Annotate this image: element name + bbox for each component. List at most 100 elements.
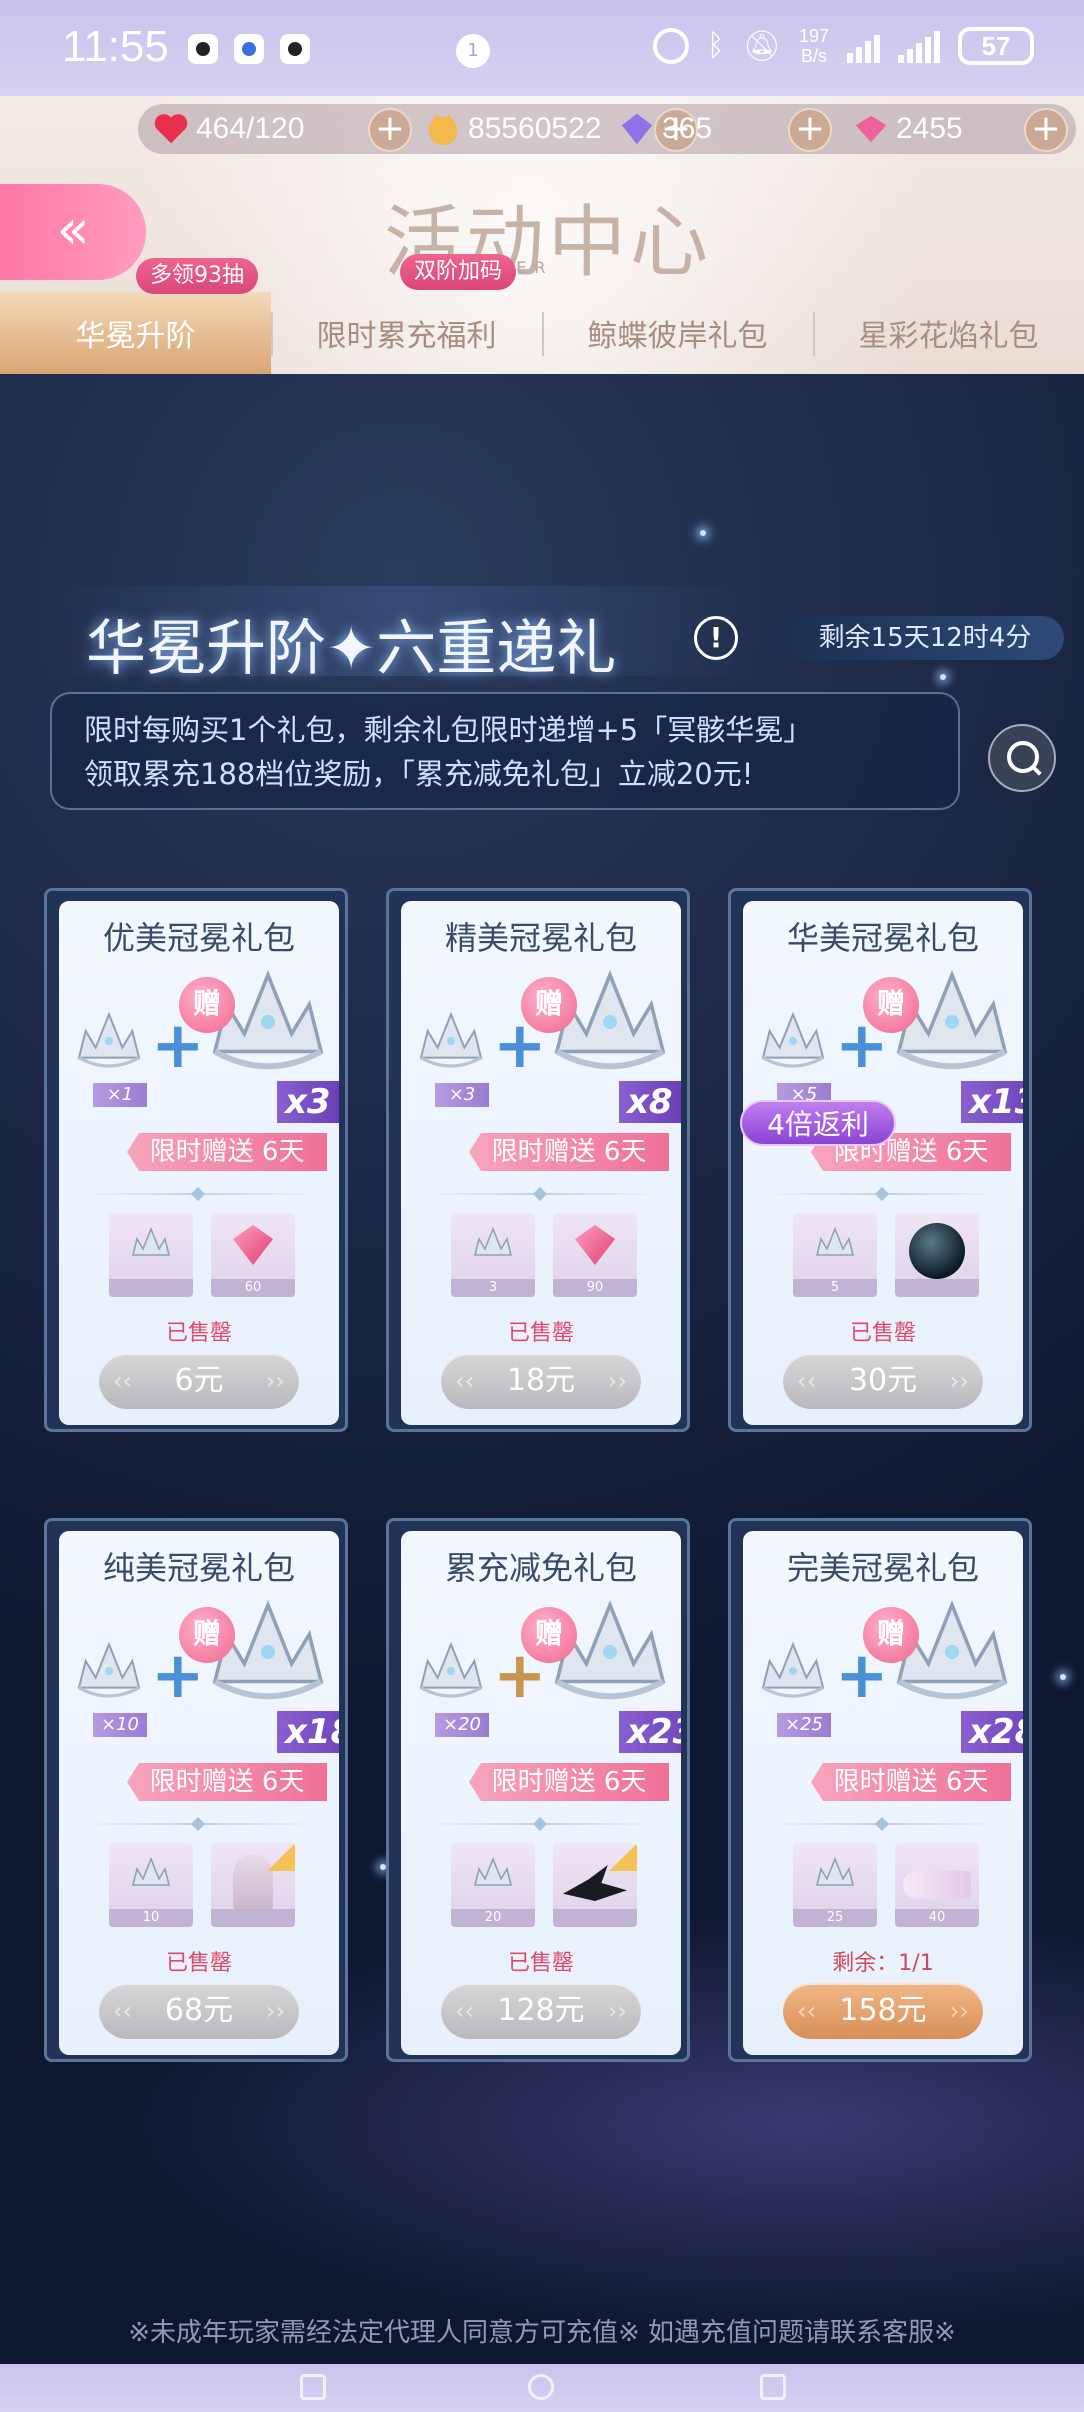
base-quantity: ×25 — [777, 1713, 831, 1737]
reward-count: 60 — [211, 1279, 295, 1297]
gift-badge: 赠 — [863, 1607, 919, 1663]
pack-name: 累充减免礼包 — [444, 1549, 637, 1587]
tab-star-flower[interactable]: 星彩花焰礼包 — [813, 292, 1084, 374]
return-badge: 4倍返利 — [740, 1100, 896, 1146]
base-quantity: ×1 — [93, 1083, 147, 1107]
bluetooth-icon: ᛒ — [706, 29, 725, 62]
reward-count: 25 — [793, 1909, 877, 1927]
info-icon[interactable]: ! — [694, 616, 738, 660]
tab-whale-butterfly[interactable]: 鲸蝶彼岸礼包 — [542, 292, 813, 374]
pack-card[interactable]: 完美冠冕礼包 + 赠 ×25 x28 限时赠送 6天 25 40 剩余：1/1 … — [728, 1518, 1032, 2062]
buy-button[interactable]: 68元 — [99, 1983, 299, 2039]
double-chevron-left-icon: « — [56, 198, 89, 261]
tiara-icon — [815, 1857, 855, 1886]
reward-count — [895, 1279, 979, 1297]
reward-item[interactable]: 90 — [553, 1213, 637, 1297]
reward-item[interactable]: 25 — [793, 1843, 877, 1927]
buy-button[interactable]: 128元 — [441, 1983, 641, 2039]
reward-item[interactable] — [211, 1843, 295, 1927]
reward-count: 3 — [451, 1279, 535, 1297]
pack-card[interactable]: 纯美冠冕礼包 + 赠 ×10 x18 限时赠送 6天 10 已售罄 68元 — [44, 1518, 348, 2062]
pack-card-body: 纯美冠冕礼包 + 赠 ×10 x18 限时赠送 6天 10 已售罄 68元 — [59, 1531, 339, 2055]
reward-item[interactable]: 60 — [211, 1213, 295, 1297]
bonus-quantity: x8 — [619, 1081, 681, 1123]
net-speed: 197 B/s — [798, 26, 829, 66]
buy-button[interactable]: 30元 — [783, 1353, 983, 1409]
bonus-quantity: x18 — [277, 1711, 339, 1753]
stock-status: 已售罄 — [507, 1951, 574, 1976]
app-notification-icon — [188, 34, 218, 64]
signal-icon — [898, 29, 940, 63]
footer-note: ※未成年玩家需经法定代理人同意方可充值※ 如遇充值问题请联系客服※ — [128, 2318, 956, 2348]
bonus-quantity: x3 — [277, 1081, 339, 1123]
tiara-icon — [473, 1857, 513, 1886]
reward-item[interactable]: 20 — [451, 1843, 535, 1927]
reward-count: 20 — [451, 1909, 535, 1927]
buy-button[interactable]: 158元 — [783, 1983, 983, 2039]
pack-card[interactable]: 精美冠冕礼包 + 赠 ×3 x8 限时赠送 6天 3 90 已售罄 18元 — [386, 888, 690, 1432]
reward-count: 90 — [553, 1279, 637, 1297]
battery-icon: 57 — [958, 27, 1034, 65]
crystal-icon — [233, 1225, 273, 1265]
bonus-quantity: x23 — [619, 1711, 681, 1753]
gold-coin-icon — [428, 113, 458, 146]
signal-icon — [847, 29, 880, 63]
reward-item[interactable]: 40 — [895, 1843, 979, 1927]
reward-item[interactable]: 10 — [109, 1843, 193, 1927]
stock-status: 已售罄 — [165, 1951, 232, 1976]
reward-count — [553, 1909, 637, 1927]
tiara-icon — [131, 1857, 171, 1886]
pack-card-body: 完美冠冕礼包 + 赠 ×25 x28 限时赠送 6天 25 40 剩余：1/1 … — [743, 1531, 1023, 2055]
pack-card-body: 精美冠冕礼包 + 赠 ×3 x8 限时赠送 6天 3 90 已售罄 18元 — [401, 901, 681, 1425]
heart-resource: 464/120 — [152, 104, 304, 154]
tab-badge: 双阶加码 — [400, 254, 517, 290]
tiara-icon — [77, 1641, 141, 1698]
buy-button[interactable]: 6元 — [99, 1353, 299, 1409]
event-description: 限时每购买1个礼包，剩余礼包限时递增+5「冥骸华冕」 领取累充188档位奖励，「… — [50, 692, 960, 810]
back-button[interactable]: « — [0, 184, 146, 280]
tiara-icon — [815, 1227, 855, 1256]
pack-name: 纯美冠冕礼包 — [102, 1549, 295, 1587]
divider — [767, 1823, 999, 1825]
reward-count — [211, 1909, 295, 1927]
reward-count: 40 — [895, 1909, 979, 1927]
gift-badge: 赠 — [179, 977, 235, 1033]
reward-item[interactable] — [109, 1213, 193, 1297]
pack-name: 精美冠冕礼包 — [444, 919, 637, 957]
add-heart-button[interactable]: + — [368, 108, 412, 152]
divider — [767, 1193, 999, 1195]
reward-item[interactable] — [895, 1213, 979, 1297]
pack-card[interactable]: 累充减免礼包 + 赠 ×20 x23 限时赠送 6天 20 已售罄 128元 — [386, 1518, 690, 2062]
tiara-icon — [761, 1011, 825, 1068]
reward-count: 5 — [793, 1279, 877, 1297]
reward-item[interactable]: 3 — [451, 1213, 535, 1297]
base-quantity: ×3 — [435, 1083, 489, 1107]
buy-button[interactable]: 18元 — [441, 1353, 641, 1409]
pack-card[interactable]: 华美冠冕礼包 + 赠 ×5 x13 限时赠送 6天 5 已售罄 30元 — [728, 888, 1032, 1432]
tab-badge: 多领93抽 — [136, 258, 258, 294]
limited-gift-label: 限时赠送 6天 — [469, 1763, 669, 1801]
reward-item[interactable]: 5 — [793, 1213, 877, 1297]
home-icon[interactable] — [528, 2374, 554, 2400]
tiara-icon — [131, 1227, 171, 1256]
reward-item[interactable] — [553, 1843, 637, 1927]
countdown-timer: 剩余15天12时4分 — [786, 616, 1064, 660]
reward-count — [109, 1279, 193, 1297]
add-diamond-button[interactable]: + — [788, 108, 832, 152]
shoes-icon — [903, 1871, 971, 1899]
tab-huamian[interactable]: 华冕升阶 — [0, 292, 271, 374]
back-icon[interactable] — [760, 2374, 786, 2400]
limited-gift-label: 限时赠送 6天 — [811, 1763, 1011, 1801]
search-icon[interactable] — [988, 724, 1056, 792]
event-title: 华冕升阶✦六重递礼 — [86, 614, 617, 684]
add-crystal-button[interactable]: + — [1024, 108, 1068, 152]
app-notification-icon — [234, 34, 264, 64]
gift-badge: 赠 — [521, 1607, 577, 1663]
hd-icon: 1 — [456, 34, 490, 68]
gift-badge: 赠 — [179, 1607, 235, 1663]
tab-recharge[interactable]: 限时累充福利 — [271, 292, 542, 374]
pack-card[interactable]: 优美冠冕礼包 + 赠 ×1 x3 限时赠送 6天 60 已售罄 6元 — [44, 888, 348, 1432]
pack-name: 华美冠冕礼包 — [786, 919, 979, 957]
menu-icon[interactable] — [300, 2374, 326, 2400]
limited-gift-label: 限时赠送 6天 — [469, 1133, 669, 1171]
